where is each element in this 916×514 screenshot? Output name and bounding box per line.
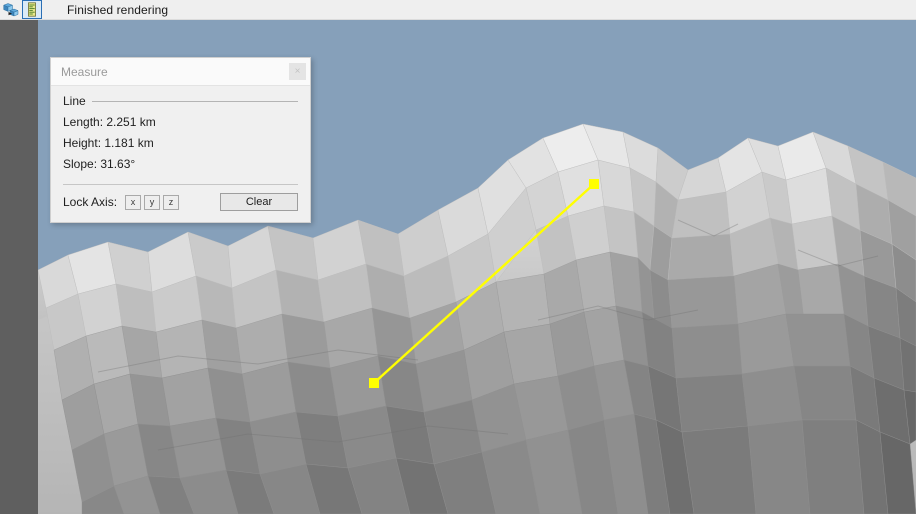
ruler-icon xyxy=(28,2,36,17)
render-icon-button[interactable] xyxy=(1,0,21,19)
application-window: Finished rendering Measure × Line Length… xyxy=(0,0,916,514)
panel-divider xyxy=(63,184,298,185)
render-icon xyxy=(3,2,19,16)
lock-axis-x-button[interactable]: x xyxy=(125,194,142,210)
status-text: Finished rendering xyxy=(67,2,169,17)
measure-panel-header[interactable]: Measure × xyxy=(51,58,310,86)
measure-panel: Measure × Line Length: 2.251 km Height: … xyxy=(50,57,311,223)
clear-button[interactable]: Clear xyxy=(220,193,298,211)
lock-axis-z-button[interactable]: z xyxy=(163,194,180,210)
measure-panel-body: Line Length: 2.251 km Height: 1.181 km S… xyxy=(51,86,310,222)
lock-axis-label: Lock Axis: xyxy=(63,195,118,209)
measure-panel-title: Measure xyxy=(61,64,108,79)
measure-tool-button[interactable] xyxy=(22,0,42,19)
metric-slope: Slope: 31.63° xyxy=(63,157,136,171)
left-rail xyxy=(0,20,38,514)
metric-height: Height: 1.181 km xyxy=(63,136,154,150)
line-section-header: Line xyxy=(63,94,298,108)
section-divider xyxy=(91,100,298,102)
lock-axis-row: Lock Axis: x y z Clear xyxy=(63,193,298,211)
line-section-label: Line xyxy=(63,94,86,108)
lock-axis-y-button[interactable]: y xyxy=(144,194,161,210)
close-icon[interactable]: × xyxy=(289,63,306,80)
metric-length: Length: 2.251 km xyxy=(63,115,156,129)
toolbar: Finished rendering xyxy=(0,0,916,20)
